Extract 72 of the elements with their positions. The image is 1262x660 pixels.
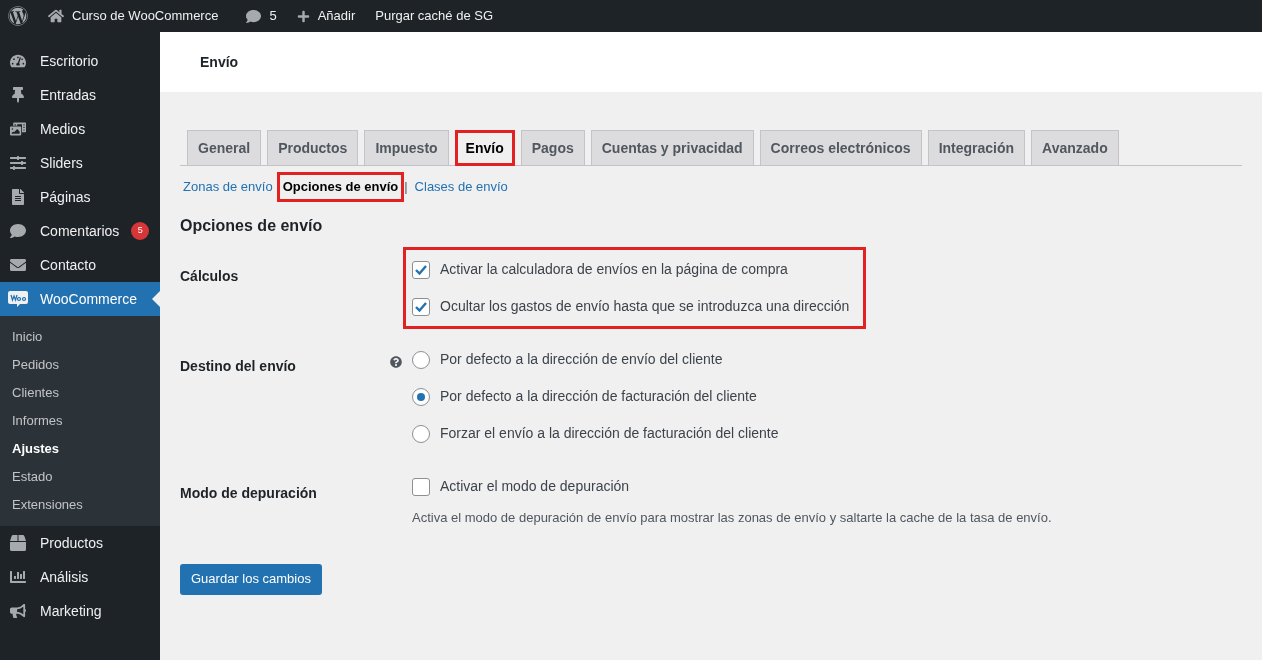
setting-label: Modo de depuración: [180, 485, 317, 501]
setting-description: Activa el modo de depuración de envío para mostrar las zonas de envío y saltarte la cache de la tasa de envío.: [412, 509, 1052, 527]
bar-chart-icon: [10, 569, 26, 585]
gauge-icon: [10, 53, 26, 69]
link-separator: |: [404, 178, 408, 197]
settings-tab[interactable]: Pagos: [520, 130, 585, 166]
plus-icon: [296, 9, 310, 23]
radio-label: Forzar el envío a la dirección de facturación del cliente: [440, 424, 779, 443]
woo-logo-icon: [8, 291, 28, 307]
add-new-link[interactable]: Añadir: [296, 6, 356, 26]
radio-button[interactable]: [412, 350, 430, 369]
submenu-item[interactable]: Inicio: [0, 323, 160, 351]
page-icon: [10, 189, 26, 205]
submenu-item[interactable]: Informes: [0, 407, 160, 435]
radio-button[interactable]: [412, 424, 430, 443]
sidebar-item[interactable]: WooCommerce: [0, 282, 160, 316]
submenu-item[interactable]: Clientes: [0, 379, 160, 407]
setting-label: Cálculos: [180, 268, 239, 284]
comments-link[interactable]: 5: [246, 6, 277, 26]
speech-bubble-icon: [10, 223, 26, 239]
checkbox-label: Activar la calculadora de envíos en la página de compra: [440, 260, 788, 279]
settings-tab[interactable]: Envío: [454, 130, 515, 166]
sidebar-item[interactable]: Marketing: [0, 594, 160, 628]
section-title: Opciones de envío: [180, 216, 324, 236]
purge-cache-link[interactable]: Purgar caché de SG: [375, 6, 494, 26]
sidebar-item[interactable]: Comentarios 5: [0, 214, 160, 248]
house-icon: [48, 8, 64, 24]
settings-tab[interactable]: General: [187, 130, 262, 166]
submenu-item[interactable]: Estado: [0, 463, 160, 491]
sidebar-item[interactable]: Contacto: [0, 248, 160, 282]
speech-bubble-icon: [246, 8, 262, 24]
settings-tab[interactable]: Productos: [267, 130, 359, 166]
radio-label: Por defecto a la dirección de facturación del cliente: [440, 387, 757, 406]
active-pointer-icon: [152, 291, 160, 307]
megaphone-icon: [10, 603, 26, 619]
submenu-item[interactable]: Extensiones: [0, 491, 160, 519]
site-link[interactable]: Curso de WooCommerce: [48, 6, 219, 26]
settings-tab[interactable]: Integración: [927, 130, 1026, 166]
sidebar-item[interactable]: Productos: [0, 526, 160, 560]
sliders-icon: [10, 155, 26, 171]
radio-label: Por defecto a la dirección de envío del cliente: [440, 350, 723, 369]
checkbox-label: Ocultar los gastos de envío hasta que se introduzca una dirección: [440, 297, 850, 316]
save-button[interactable]: Guardar los cambios: [180, 563, 322, 595]
settings-tab[interactable]: Correos electrónicos: [759, 130, 922, 166]
setting-label: Destino del envío: [180, 358, 296, 374]
sidebar-item[interactable]: Escritorio: [0, 44, 160, 78]
sidebar-item[interactable]: Entradas: [0, 78, 160, 112]
wordpress-logo-icon[interactable]: [8, 6, 28, 26]
checkbox-label: Activar el modo de depuración: [440, 477, 630, 496]
box-icon: [10, 535, 26, 551]
sidebar-item[interactable]: Análisis: [0, 560, 160, 594]
submenu-item[interactable]: Pedidos: [0, 351, 160, 379]
settings-tab[interactable]: Impuesto: [364, 130, 449, 166]
settings-tab[interactable]: Cuentas y privacidad: [590, 130, 754, 166]
page-title: Envío: [200, 52, 239, 72]
sidebar-item[interactable]: Medios: [0, 112, 160, 146]
count-badge: 5: [131, 222, 150, 240]
radio-button[interactable]: [412, 387, 430, 406]
subsection-link[interactable]: Opciones de envío: [279, 175, 402, 199]
help-icon[interactable]: [390, 356, 402, 368]
media-icon: [10, 121, 26, 137]
sidebar-item[interactable]: Sliders: [0, 146, 160, 180]
settings-tab[interactable]: Avanzado: [1031, 130, 1119, 166]
checkbox[interactable]: [412, 297, 430, 316]
submenu-item[interactable]: Ajustes: [0, 435, 160, 463]
checkbox[interactable]: [412, 260, 430, 279]
pin-icon: [10, 87, 26, 103]
sidebar-item[interactable]: Páginas: [0, 180, 160, 214]
subsection-link[interactable]: Clases de envío: [411, 175, 511, 199]
checkbox[interactable]: [412, 477, 430, 496]
envelope-icon: [10, 257, 26, 273]
subsection-link[interactable]: Zonas de envío: [180, 175, 276, 199]
